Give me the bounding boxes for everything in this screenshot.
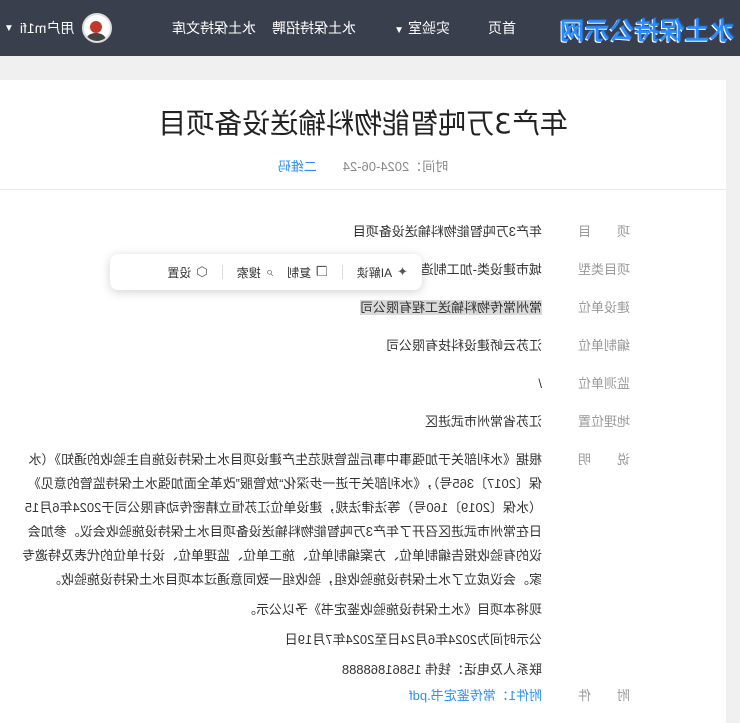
top-nav: 水土保持公示网 首页 实验室 ▼ 水土保持招聘 水土保持文库 用户m1fi ▼ [0, 0, 740, 56]
description-paragraph: 联系人及电话：钱伟 15861868888 [341, 662, 542, 677]
publish-time: 时间：2024-06-24 [342, 159, 449, 174]
search-icon: ⌕ [265, 264, 274, 279]
nav-item-lab[interactable]: 实验室 ▼ [394, 0, 450, 56]
field-value: 江苏云峤建设科技有限公司 [385, 338, 542, 353]
field-row-monitor: 监测单位 / [22, 372, 630, 396]
nav-item-label: 首页 [488, 20, 516, 36]
ai-interpret-label: AI解读 [356, 265, 393, 280]
copy-label: 复制 [287, 265, 312, 280]
copy-icon: ❐ [316, 264, 328, 279]
site-logo[interactable]: 水土保持公示网 [559, 10, 734, 46]
field-value: 江苏省常州市武进区 [424, 414, 542, 429]
description-paragraph: 根据《水利部关于加强事中事后监管规范生产建设项目水土保持设施自主验收的通知》（水… [21, 452, 542, 587]
field-value-selected[interactable]: 常州常传物料输送工程有限公司 [359, 300, 542, 315]
field-row-attachment: 附 件 附件1：常传鉴定书.pdf [22, 684, 630, 708]
field-row-description: 说 明 根据《水利部关于加强事中事后监管规范生产建设项目水土保持设施自主验收的通… [22, 448, 630, 688]
page-root: 水土保持公示网 首页 实验室 ▼ 水土保持招聘 水土保持文库 用户m1fi ▼ 年… [0, 0, 740, 723]
nav-item-recruit[interactable]: 水土保持招聘 [272, 0, 356, 56]
attachment-link[interactable]: 附件1：常传鉴定书.pdf [409, 688, 542, 703]
avatar [82, 13, 113, 43]
field-label: 编制单位 [577, 338, 630, 353]
toolbar-divider [221, 265, 223, 279]
field-label: 地理位置 [577, 414, 630, 429]
article-meta: 时间：2024-06-24 二维码 [0, 156, 726, 175]
field-row-builder: 建设单位 常州常传物料输送工程有限公司 [22, 296, 630, 320]
page-title: 年产3万吨智能物料输送设备项目 [158, 107, 568, 140]
field-value: 年产3万吨智能物料输送设备项目 [352, 224, 542, 239]
toolbar-divider [341, 265, 343, 279]
field-label: 说 明 [577, 452, 630, 467]
field-value: / [538, 376, 542, 391]
nav-item-library[interactable]: 水土保持文库 [172, 0, 256, 56]
user-name: 用户m1fi [19, 20, 75, 36]
gear-icon: ⬡ [196, 264, 208, 279]
search-button[interactable]: ⌕ 搜索 [237, 264, 273, 281]
field-row-location: 地理位置 江苏省常州市武进区 [22, 410, 630, 434]
field-label: 监测单位 [577, 376, 630, 391]
nav-item-label: 实验室 [408, 20, 450, 36]
divider [0, 189, 726, 190]
field-row-compiler: 编制单位 江苏云峤建设科技有限公司 [22, 334, 630, 358]
settings-label: 设置 [167, 265, 192, 280]
description-paragraph: 现将本项目《水土保持设施验收鉴定书》予以公示。 [242, 602, 542, 617]
qr-code-link[interactable]: 二维码 [278, 159, 317, 174]
field-label: 建设单位 [577, 300, 630, 315]
copy-button[interactable]: ❐ 复制 [287, 264, 328, 281]
field-row-project: 项 目 年产3万吨智能物料输送设备项目 [22, 220, 630, 244]
chevron-down-icon: ▼ [394, 25, 404, 36]
user-menu[interactable]: 用户m1fi ▼ [4, 10, 113, 46]
field-label: 项目类型 [577, 262, 630, 277]
description-paragraph: 公示时间为2024年6月24日至2024年7月19日 [284, 632, 542, 647]
selection-toolbar: ✦ AI解读 ❐ 复制 ⌕ 搜索 ⬡ 设置 [110, 254, 422, 290]
field-label: 项 目 [577, 224, 630, 239]
sparkle-icon: ✦ [397, 264, 408, 279]
search-label: 搜索 [236, 265, 261, 280]
nav-item-home[interactable]: 首页 [488, 0, 516, 56]
settings-button[interactable]: ⬡ 设置 [167, 264, 207, 281]
nav-item-label: 水土保持文库 [172, 20, 256, 36]
chevron-down-icon: ▼ [4, 22, 14, 34]
ai-interpret-button[interactable]: ✦ AI解读 [357, 264, 408, 281]
field-label: 附 件 [577, 688, 630, 703]
article-panel: 年产3万吨智能物料输送设备项目 时间：2024-06-24 二维码 项 目 年产3… [0, 80, 726, 723]
nav-item-label: 水土保持招聘 [272, 20, 356, 36]
